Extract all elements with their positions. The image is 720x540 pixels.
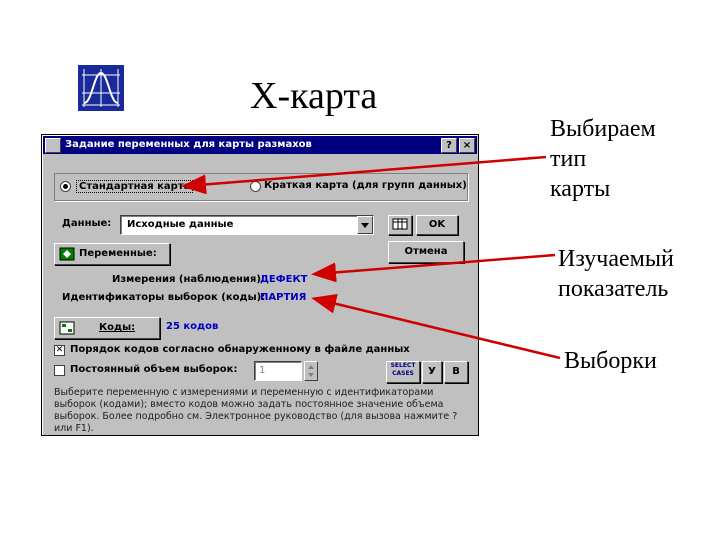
arrow-to-variable [311, 253, 556, 283]
arrow-to-chart-type [181, 155, 547, 195]
annotation-arrows [181, 155, 561, 360]
arrow-to-samples [311, 293, 561, 360]
